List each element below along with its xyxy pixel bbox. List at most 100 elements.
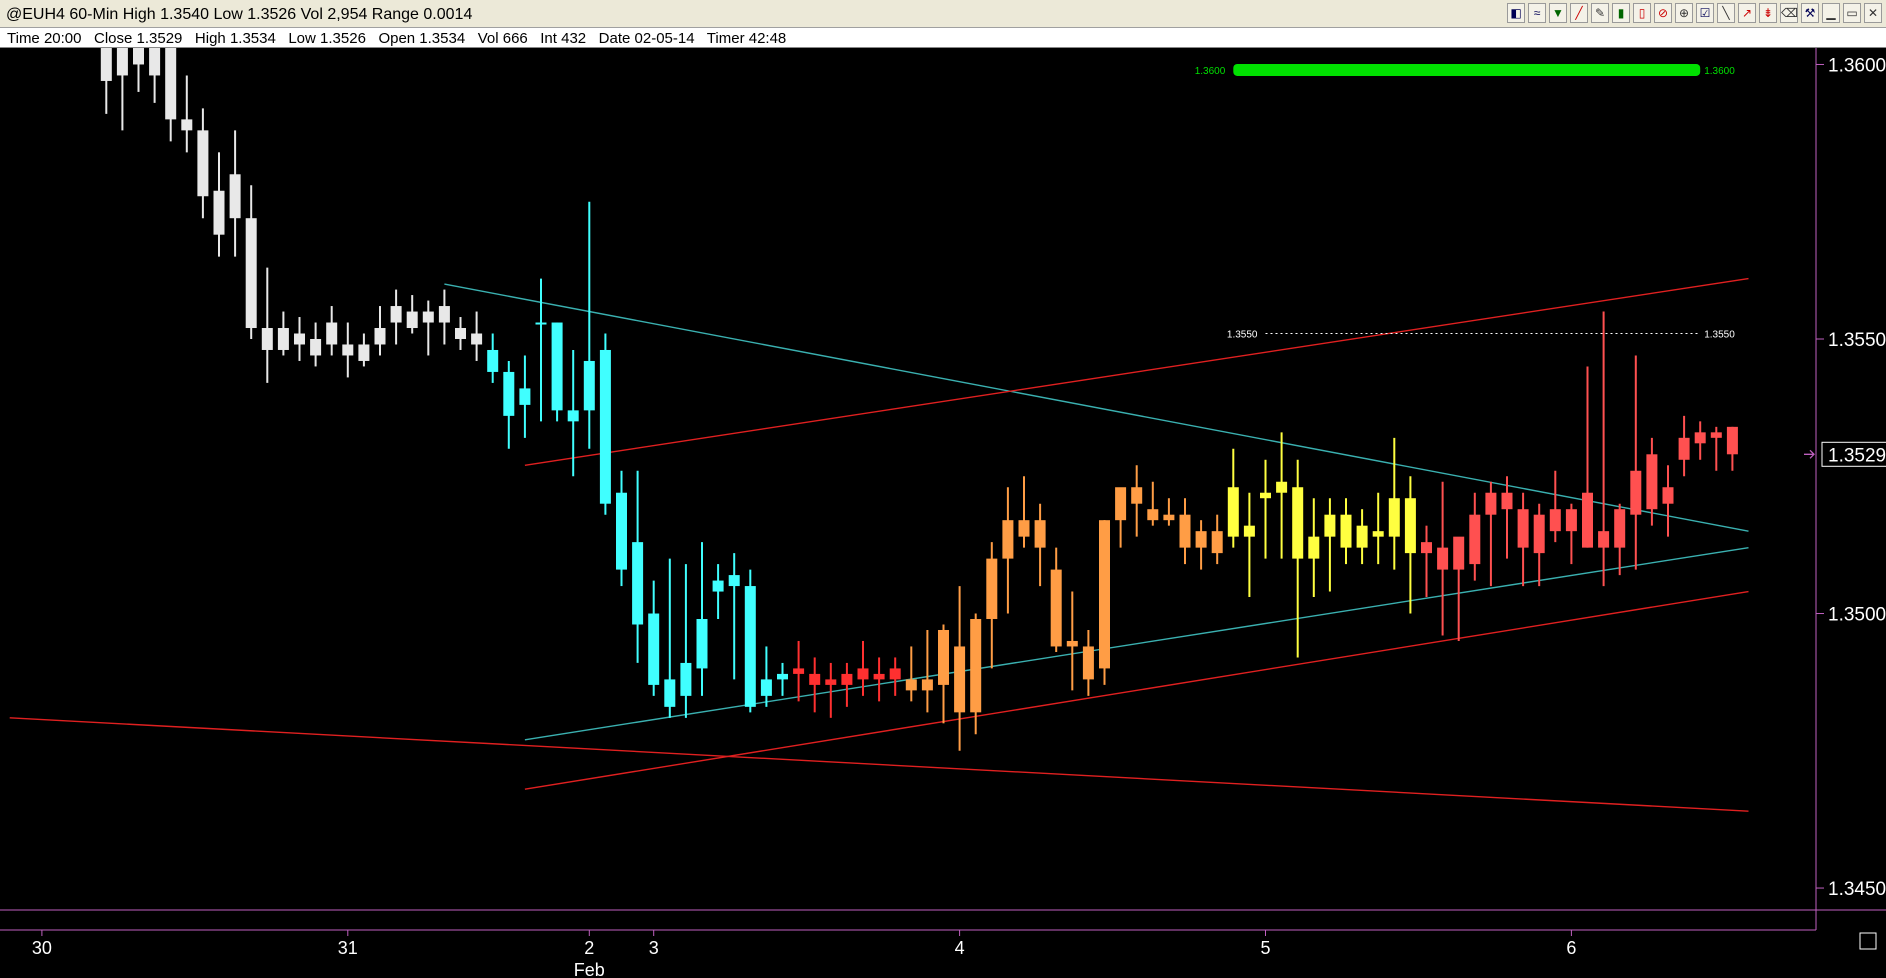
price-levels[interactable]: 1.3600 1.3600 1.3550 1.3550 bbox=[1195, 63, 1736, 341]
info-low: Low 1.3526 bbox=[288, 30, 366, 47]
level-bar-0[interactable] bbox=[1233, 63, 1701, 76]
chart-type-icon[interactable]: ◧ bbox=[1507, 3, 1525, 23]
candle-body bbox=[954, 646, 966, 713]
info-high: High 1.3534 bbox=[194, 30, 276, 47]
zoom-box-icon[interactable] bbox=[1859, 932, 1877, 950]
candle-body bbox=[487, 349, 499, 372]
candle-body bbox=[1050, 569, 1062, 647]
axes: 1.3600 1.3550 1.3500 1.3450 1.3529 30 31 2 3 4 5 6 F… bbox=[32, 55, 1886, 978]
candle-body bbox=[213, 190, 225, 235]
candle-body bbox=[197, 130, 209, 197]
candle-body bbox=[1726, 426, 1738, 455]
candle-body bbox=[1662, 487, 1674, 504]
candle-body bbox=[760, 679, 772, 696]
candle-body bbox=[390, 306, 402, 323]
candle-body bbox=[1099, 520, 1110, 669]
y-tick-label: 1.3550 bbox=[1828, 330, 1886, 351]
y-tick-label: 1.3450 bbox=[1828, 879, 1886, 900]
x-sublabel: Feb bbox=[574, 960, 605, 978]
candle-body bbox=[1646, 454, 1658, 510]
close-icon[interactable]: ✕ bbox=[1864, 3, 1882, 23]
info-time: Time 20:00 bbox=[7, 30, 82, 47]
candle-body bbox=[1533, 514, 1545, 554]
candle-body bbox=[825, 679, 837, 685]
candle-body bbox=[1324, 514, 1336, 537]
candle-body bbox=[1340, 514, 1352, 548]
candle-body bbox=[277, 328, 289, 350]
info-close: Close 1.3529 bbox=[94, 30, 183, 47]
candle-body bbox=[133, 48, 144, 65]
candle-body bbox=[1678, 437, 1690, 460]
candle-body bbox=[728, 575, 740, 587]
indicator-icon[interactable]: ▼ bbox=[1549, 3, 1567, 23]
settings-icon[interactable]: ☑ bbox=[1696, 3, 1714, 23]
candle-body bbox=[1195, 531, 1207, 548]
candle-body bbox=[1211, 531, 1223, 554]
candle-body bbox=[1388, 498, 1400, 537]
candle-body bbox=[1276, 481, 1288, 493]
pencil-icon[interactable]: ✎ bbox=[1591, 3, 1609, 23]
candle-icon[interactable]: ▯ bbox=[1633, 3, 1651, 23]
trendline-cyan-upper[interactable] bbox=[444, 283, 1749, 532]
candle-body bbox=[1614, 509, 1626, 548]
candle-body bbox=[986, 558, 998, 620]
candle-body bbox=[261, 328, 273, 350]
cursor-icon[interactable]: ⊘ bbox=[1654, 3, 1672, 23]
candle-body bbox=[970, 619, 982, 713]
info-timer: Timer 42:48 bbox=[706, 30, 787, 47]
delete-icon[interactable]: ⇟ bbox=[1759, 3, 1777, 23]
candle-body bbox=[599, 349, 611, 504]
restore-icon[interactable]: ▭ bbox=[1843, 3, 1861, 23]
tools-icon[interactable]: ⚒ bbox=[1801, 3, 1819, 23]
trendlines[interactable] bbox=[9, 277, 1749, 812]
candle-body bbox=[1356, 525, 1368, 548]
candle-body bbox=[744, 586, 756, 707]
candle-body bbox=[149, 48, 161, 76]
candle-body bbox=[648, 613, 660, 685]
candle-body bbox=[1630, 470, 1642, 515]
price-chart[interactable]: 1.3600 1.36001.3550 1.3550 1.36001.35501.3… bbox=[0, 48, 1886, 978]
candle-body bbox=[1179, 514, 1191, 548]
candle-body bbox=[551, 322, 563, 411]
level-label-left: 1.3550 bbox=[1227, 330, 1258, 341]
candle-body bbox=[567, 410, 579, 422]
y-tick-label: 1.3500 bbox=[1828, 605, 1886, 626]
line-icon[interactable]: ╲ bbox=[1717, 3, 1735, 23]
candle-body bbox=[1453, 536, 1465, 570]
bar-info-strip: Time 20:00 Close 1.3529 High 1.3534 Low … bbox=[0, 28, 1886, 48]
candle-body bbox=[1292, 487, 1304, 559]
trash-icon[interactable]: ⌫ bbox=[1780, 3, 1798, 23]
candle-body bbox=[889, 668, 901, 680]
candle-body bbox=[857, 668, 869, 680]
info-date: Date 02-05-14 bbox=[598, 30, 695, 47]
candle-body bbox=[294, 333, 305, 345]
candle-body bbox=[245, 218, 257, 329]
candle-body bbox=[921, 679, 933, 691]
candle-body bbox=[1163, 514, 1175, 521]
candle-body bbox=[1372, 531, 1384, 537]
trendline-red-upper[interactable] bbox=[524, 277, 1749, 466]
candle-body bbox=[1243, 525, 1255, 537]
chart-toolbar: ◧ ≈ ▼ ╱ ✎ ▮ ▯ ⊘ ⊕ ☑ ╲ ↗ ⇟ ⌫ ⚒ ▁ ▭ ✕ bbox=[1507, 3, 1882, 25]
candle-body bbox=[503, 371, 515, 416]
drawing-icon[interactable]: ╱ bbox=[1570, 3, 1588, 23]
minimize-icon[interactable]: ▁ bbox=[1822, 3, 1840, 23]
candle-body bbox=[1034, 520, 1046, 548]
candle-body bbox=[1501, 492, 1513, 510]
candle-body bbox=[1549, 509, 1561, 532]
candle-body bbox=[1517, 509, 1529, 548]
candle-body bbox=[471, 333, 483, 345]
candle-body bbox=[1710, 432, 1722, 438]
bar-info-text: Time 20:00 Close 1.3529 High 1.3534 Low … bbox=[7, 30, 786, 47]
candle-body bbox=[873, 673, 885, 680]
trendline-cyan-lower[interactable] bbox=[524, 546, 1749, 741]
trendline-red-middle[interactable] bbox=[524, 590, 1749, 790]
arrow-icon[interactable]: ↗ bbox=[1738, 3, 1756, 23]
crosshair-icon[interactable]: ⊕ bbox=[1675, 3, 1693, 23]
candle-body bbox=[1002, 520, 1014, 559]
overlay-icon[interactable]: ≈ bbox=[1528, 3, 1546, 23]
bar-icon[interactable]: ▮ bbox=[1612, 3, 1630, 23]
x-tick-label: 2 bbox=[584, 938, 594, 958]
level-label-left: 1.3600 bbox=[1195, 66, 1226, 77]
candle-body bbox=[100, 48, 112, 81]
